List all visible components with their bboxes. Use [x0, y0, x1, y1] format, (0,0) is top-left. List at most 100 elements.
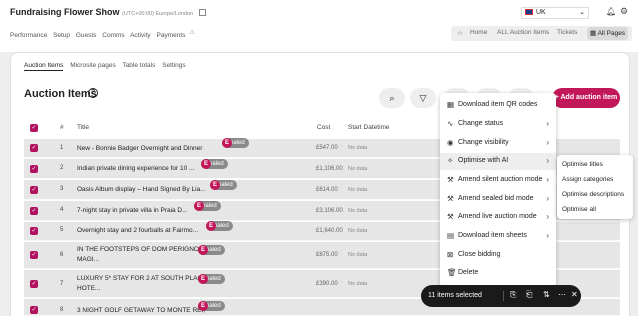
row-checkbox[interactable]: ✓ [30, 186, 38, 194]
row-title[interactable]: Overnight stay and 2 fourballs at Fairmo… [77, 226, 198, 235]
nav-payments[interactable]: Payments [157, 32, 186, 39]
chevron-right-icon: › [546, 212, 549, 221]
row-title[interactable]: New - Bonnie Badger Overnight and Dinner [77, 144, 202, 153]
menu-change-visibility[interactable]: ◉ Change visibility › [440, 135, 556, 152]
country-select[interactable]: UK ⌄ [521, 7, 589, 19]
chevron-right-icon: › [546, 119, 549, 128]
page-title: Auction Items [24, 88, 97, 100]
sparkle-icon: ✧ [447, 156, 454, 165]
close-square-icon: ⊠ [447, 250, 454, 259]
select-all-checkbox[interactable]: ✓ [30, 124, 38, 132]
row-number: 4 [60, 207, 64, 213]
nav-performance[interactable]: Performance [10, 32, 47, 39]
tab-auction-items[interactable]: Auction Items [24, 62, 64, 71]
uk-flag-icon [525, 9, 533, 15]
bulk-actions-menu: ▦ Download item QR codes ∿ Change status › … [440, 93, 556, 287]
menu-download-item-sheets[interactable]: ▤ Download item sheets › [440, 228, 556, 245]
tab-settings[interactable]: Settings [162, 62, 186, 69]
bell-icon[interactable]: 🔔︎ [606, 7, 616, 16]
more-icon[interactable]: ⋯ [558, 290, 566, 299]
tab-table-totals[interactable]: Table totals [122, 62, 155, 69]
e-badge: E [206, 221, 216, 231]
row-checkbox[interactable]: ✓ [30, 251, 38, 259]
row-cost: £614.00 [316, 187, 338, 193]
external-link-icon[interactable] [198, 9, 206, 16]
e-badge: E [222, 138, 232, 148]
submenu-optimise-titles[interactable]: Optimise titles [562, 161, 603, 168]
add-auction-item-button[interactable]: + Add auction item [552, 88, 620, 108]
row-cost: £875.00 [316, 252, 338, 258]
filter-button[interactable]: ▽ [410, 88, 436, 108]
chevron-right-icon: › [546, 138, 549, 147]
selection-bar: 11 items selected ⎘ ⎗ ⇅ ⋯ ✕ [421, 285, 581, 307]
divider [503, 291, 504, 301]
row-checkbox[interactable]: ✓ [30, 227, 38, 235]
warning-icon: ⚠ [189, 30, 195, 36]
row-title[interactable]: IN THE FOOTSTEPS OF DOM PERIGNON' A [77, 245, 211, 254]
nav-setup[interactable]: Setup [53, 32, 70, 39]
row-checkbox[interactable]: ✓ [30, 306, 38, 314]
close-icon[interactable]: ✕ [571, 290, 578, 299]
sort-icon[interactable]: ⇅ [543, 290, 550, 299]
gear-icon[interactable]: ⚙ [620, 6, 628, 17]
e-badge: E [198, 245, 208, 255]
submenu-optimise-descriptions[interactable]: Optimise descriptions [562, 191, 624, 198]
row-start-datetime: No data [348, 228, 368, 234]
menu-amend-live-auction-mode[interactable]: ⚒ Amend live auction mode › [440, 209, 556, 226]
quick-nav-tickets[interactable]: Tickets [557, 29, 577, 36]
optimise-submenu: Optimise titles Assign categories Optimi… [557, 155, 633, 219]
folder-copy-icon[interactable]: ⎗ [526, 290, 532, 300]
row-title[interactable]: LUXURY 5* STAY FOR 2 AT SOUTH PLACE [77, 274, 207, 283]
quick-nav-home[interactable]: Home [470, 29, 487, 36]
chevron-right-icon: › [546, 231, 549, 240]
search-button[interactable]: ⌕ [379, 88, 405, 108]
row-title[interactable]: Indian private dining experience for 10 … [77, 164, 194, 173]
row-title[interactable]: Oasis Album display – Hand Signed By Lia… [77, 185, 206, 194]
help-icon[interactable]: ? [88, 88, 98, 98]
row-start-datetime: No data [348, 208, 368, 214]
menu-download-qr-codes[interactable]: ▦ Download item QR codes [440, 97, 556, 114]
search-icon: ⌕ [389, 93, 395, 103]
e-badge: E [201, 159, 211, 169]
nav-guests[interactable]: Guests [76, 32, 97, 39]
gavel-icon: ⚒ [447, 194, 454, 203]
nav-comms[interactable]: Comms [102, 32, 124, 39]
menu-delete[interactable]: 🗑︎ Delete [440, 265, 556, 282]
menu-change-status[interactable]: ∿ Change status › [440, 116, 556, 133]
filter-icon: ▽ [419, 93, 427, 103]
row-title[interactable]: 7-night stay in private villa in Praia D… [77, 206, 188, 215]
quick-nav-all-auction-items[interactable]: ALL Auction Items [497, 29, 549, 36]
e-badge: E [210, 180, 220, 190]
nav-activity[interactable]: Activity [130, 32, 151, 39]
row-title-continued[interactable]: HOTE... [77, 284, 100, 293]
row-checkbox[interactable]: ✓ [30, 280, 38, 288]
qr-code-icon: ▦ [447, 100, 455, 109]
row-number: 1 [60, 145, 64, 151]
header-number: # [60, 124, 64, 131]
eye-icon: ◉ [447, 138, 454, 147]
menu-optimise-with-ai[interactable]: ✧ Optimise with AI › [440, 153, 556, 170]
row-title-continued[interactable]: MAGI... [77, 255, 99, 264]
tab-bar: Auction Items Microsite pages Table tota… [24, 62, 191, 71]
header-cost: Cost [317, 124, 331, 131]
row-title[interactable]: 3 NIGHT GOLF GETAWAY TO MONTE REI, [77, 306, 205, 315]
submenu-assign-categories[interactable]: Assign categories [562, 176, 613, 183]
folder-move-icon[interactable]: ⎘ [510, 290, 516, 300]
quick-nav-all-pages[interactable]: ▦ All Pages [587, 27, 629, 40]
chevron-right-icon: › [546, 156, 549, 165]
menu-close-bidding[interactable]: ⊠ Close bidding [440, 247, 556, 264]
submenu-optimise-all[interactable]: Optimise all [562, 206, 596, 213]
row-checkbox[interactable]: ✓ [30, 207, 38, 215]
row-start-datetime: No data [348, 281, 368, 287]
row-start-datetime: No data [348, 252, 368, 258]
menu-amend-silent-auction-mode[interactable]: ⚒ Amend silent auction mode › [440, 172, 556, 189]
star-icon[interactable]: ☆ [457, 29, 463, 37]
gavel-icon: ⚒ [447, 175, 454, 184]
row-checkbox[interactable]: ✓ [30, 165, 38, 173]
event-title: Fundraising Flower Show (UTC+00:00) Euro… [10, 7, 206, 17]
main-nav: Performance Setup Guests Comms Activity … [10, 29, 199, 39]
tab-microsite-pages[interactable]: Microsite pages [70, 62, 116, 69]
row-number: 5 [60, 227, 64, 233]
row-checkbox[interactable]: ✓ [30, 144, 38, 152]
menu-amend-sealed-bid-mode[interactable]: ⚒ Amend sealed bid mode › [440, 191, 556, 208]
